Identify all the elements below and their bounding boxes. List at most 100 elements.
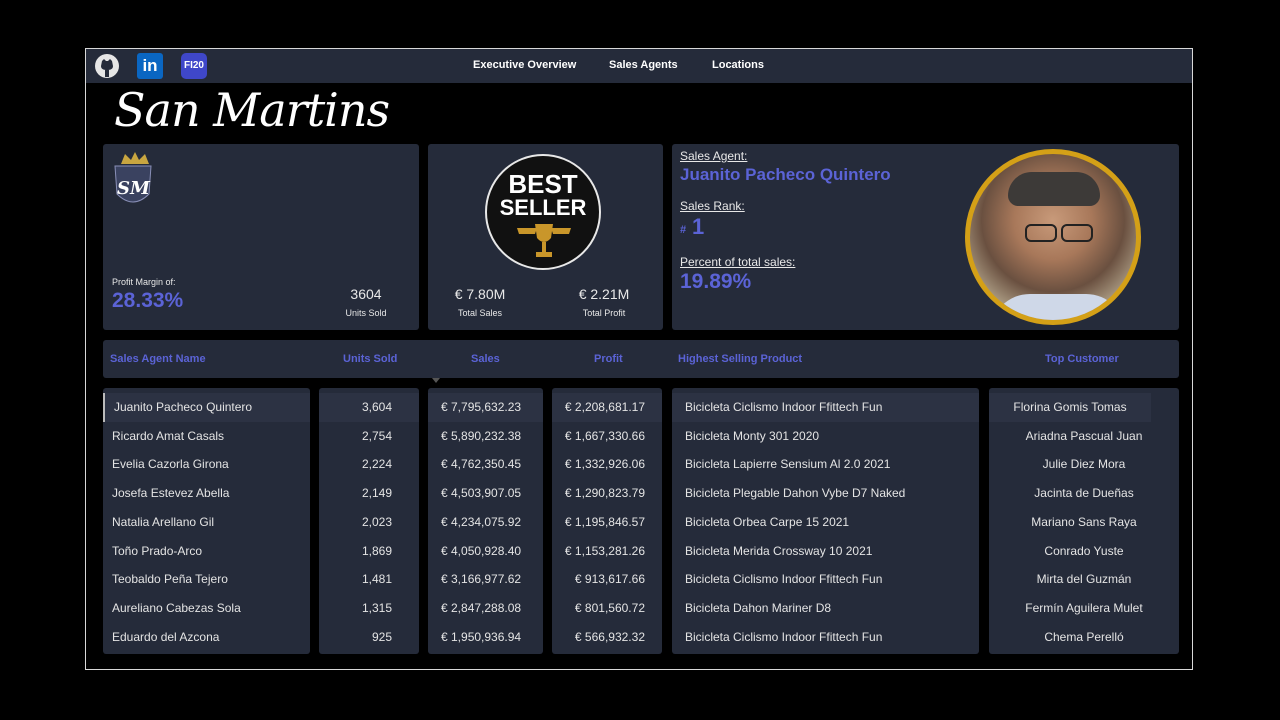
cell-agent-name[interactable]: Natalia Arellano Gil: [103, 508, 310, 537]
shirt-shape: [990, 294, 1126, 320]
glasses-right: [1061, 224, 1093, 242]
cell-agent-name[interactable]: Aureliano Cabezas Sola: [103, 594, 310, 623]
percent-value: 19.89%: [680, 270, 752, 293]
cell-profit[interactable]: € 1,195,846.57: [552, 508, 662, 537]
top-bar: in FI20 Executive Overview Sales Agents …: [86, 49, 1192, 83]
cell-product[interactable]: Bicicleta Monty 301 2020: [672, 422, 979, 451]
cell-product[interactable]: Bicicleta Lapierre Sensium Al 2.0 2021: [672, 450, 979, 479]
best-seller-card: BEST SELLER € 7.80M Total Sales € 2.21M …: [428, 144, 663, 330]
cell-customer[interactable]: Chema Perelló: [989, 623, 1179, 652]
column-product: Bicicleta Ciclismo Indoor Ffittech Fun Bi…: [672, 388, 979, 654]
column-profit: € 2,208,681.17 € 1,667,330.66 € 1,332,926.…: [552, 388, 662, 654]
cell-customer[interactable]: Florina Gomis Tomas: [989, 393, 1151, 422]
header-customer[interactable]: Top Customer: [1045, 340, 1119, 378]
total-profit-value: € 2.21M: [578, 286, 630, 302]
cell-sales[interactable]: € 7,795,632.23: [428, 393, 543, 422]
cell-units-sold[interactable]: 2,754: [319, 422, 419, 451]
cell-sales[interactable]: € 3,166,977.62: [428, 565, 543, 594]
total-sales-label: Total Sales: [457, 308, 503, 318]
cell-profit[interactable]: € 913,617.66: [552, 565, 662, 594]
cell-sales[interactable]: € 1,950,936.94: [428, 623, 543, 652]
header-product[interactable]: Highest Selling Product: [678, 340, 802, 378]
cell-product[interactable]: Bicicleta Orbea Carpe 15 2021: [672, 508, 979, 537]
cell-product[interactable]: Bicicleta Merida Crossway 10 2021: [672, 537, 979, 566]
cell-customer[interactable]: Conrado Yuste: [989, 537, 1179, 566]
nav-executive-overview[interactable]: Executive Overview: [473, 59, 576, 71]
cell-customer[interactable]: Jacinta de Dueñas: [989, 479, 1179, 508]
cell-customer[interactable]: Fermín Aguilera Mulet: [989, 594, 1179, 623]
cell-agent-name[interactable]: Josefa Estevez Abella: [103, 479, 310, 508]
brand-title: San Martins: [114, 83, 390, 137]
cell-profit[interactable]: € 1,667,330.66: [552, 422, 662, 451]
header-units-sold[interactable]: Units Sold: [343, 340, 397, 378]
cell-sales[interactable]: € 4,503,907.05: [428, 479, 543, 508]
rank-value: 1: [692, 214, 705, 239]
profit-margin-value: 28.33%: [112, 289, 184, 312]
profit-margin-label: Profit Margin of:: [112, 277, 176, 287]
cell-units-sold[interactable]: 3,604: [319, 393, 419, 422]
cell-agent-name[interactable]: Ricardo Amat Casals: [103, 422, 310, 451]
agent-name: Juanito Pacheco Quintero: [680, 165, 891, 184]
cell-sales[interactable]: € 4,050,928.40: [428, 537, 543, 566]
logo-text: SM: [117, 178, 150, 199]
cell-profit[interactable]: € 1,153,281.26: [552, 537, 662, 566]
cell-product[interactable]: Bicicleta Dahon Mariner D8: [672, 594, 979, 623]
badge-line1: BEST: [508, 169, 578, 199]
cell-customer[interactable]: Mirta del Guzmán: [989, 565, 1179, 594]
cell-customer[interactable]: Julie Diez Mora: [989, 450, 1179, 479]
cell-sales[interactable]: € 4,234,075.92: [428, 508, 543, 537]
nav-sales-agents[interactable]: Sales Agents: [609, 59, 678, 71]
cell-units-sold[interactable]: 2,149: [319, 479, 419, 508]
profit-card: SM Profit Margin of: 28.33% 3604 Units S…: [103, 144, 419, 330]
github-icon[interactable]: [94, 53, 120, 79]
cell-units-sold[interactable]: 2,224: [319, 450, 419, 479]
rank-label: Sales Rank:: [680, 199, 745, 213]
cell-profit[interactable]: € 1,332,926.06: [552, 450, 662, 479]
column-customer: Florina Gomis Tomas Ariadna Pascual Juan J…: [989, 388, 1179, 654]
agent-card: Sales Agent: Juanito Pacheco Quintero Sa…: [672, 144, 1179, 330]
total-sales-value: € 7.80M: [454, 286, 506, 302]
cell-units-sold[interactable]: 1,481: [319, 565, 419, 594]
cell-profit[interactable]: € 1,290,823.79: [552, 479, 662, 508]
units-sold-value: 3604: [350, 286, 382, 302]
header-sales[interactable]: Sales: [471, 340, 500, 378]
glasses-left: [1025, 224, 1057, 242]
column-agent-name: Juanito Pacheco Quintero Ricardo Amat Cas…: [103, 388, 310, 654]
sort-caret-icon[interactable]: [432, 378, 440, 383]
cell-profit[interactable]: € 566,932.32: [552, 623, 662, 652]
hair-shape: [1008, 172, 1100, 206]
column-sales: € 7,795,632.23 € 5,890,232.38 € 4,762,350.…: [428, 388, 543, 654]
cell-product[interactable]: Bicicleta Ciclismo Indoor Ffittech Fun: [672, 565, 979, 594]
cell-sales[interactable]: € 4,762,350.45: [428, 450, 543, 479]
cell-product[interactable]: Bicicleta Ciclismo Indoor Ffittech Fun: [672, 623, 979, 652]
cell-customer[interactable]: Ariadna Pascual Juan: [989, 422, 1179, 451]
cell-sales[interactable]: € 5,890,232.38: [428, 422, 543, 451]
cell-sales[interactable]: € 2,847,288.08: [428, 594, 543, 623]
cell-product[interactable]: Bicicleta Plegable Dahon Vybe D7 Naked: [672, 479, 979, 508]
cell-units-sold[interactable]: 1,315: [319, 594, 419, 623]
cell-customer[interactable]: Mariano Sans Raya: [989, 508, 1179, 537]
fi-icon[interactable]: FI20: [181, 53, 207, 79]
linkedin-icon[interactable]: in: [137, 53, 163, 79]
total-profit-label: Total Profit: [582, 308, 626, 318]
cell-agent-name[interactable]: Teobaldo Peña Tejero: [103, 565, 310, 594]
column-units-sold: 3,604 2,754 2,224 2,149 2,023 1,869 1,481 1,315…: [319, 388, 419, 654]
cell-units-sold[interactable]: 925: [319, 623, 419, 652]
dashboard-frame: in FI20 Executive Overview Sales Agents …: [85, 48, 1193, 670]
cell-profit[interactable]: € 801,560.72: [552, 594, 662, 623]
cell-profit[interactable]: € 2,208,681.17: [552, 393, 662, 422]
cell-agent-name[interactable]: Evelia Cazorla Girona: [103, 450, 310, 479]
percent-label: Percent of total sales:: [680, 255, 796, 269]
cell-units-sold[interactable]: 1,869: [319, 537, 419, 566]
agent-photo: [965, 149, 1141, 325]
cell-product[interactable]: Bicicleta Ciclismo Indoor Ffittech Fun: [672, 393, 979, 422]
cell-agent-name[interactable]: Juanito Pacheco Quintero: [103, 393, 310, 422]
cell-agent-name[interactable]: Toño Prado-Arco: [103, 537, 310, 566]
nav-locations[interactable]: Locations: [712, 59, 764, 71]
header-profit[interactable]: Profit: [594, 340, 623, 378]
header-agent-name[interactable]: Sales Agent Name: [110, 340, 206, 378]
rank-prefix: #: [680, 224, 687, 236]
sm-logo: SM: [109, 150, 157, 212]
cell-units-sold[interactable]: 2,023: [319, 508, 419, 537]
cell-agent-name[interactable]: Eduardo del Azcona: [103, 623, 310, 652]
